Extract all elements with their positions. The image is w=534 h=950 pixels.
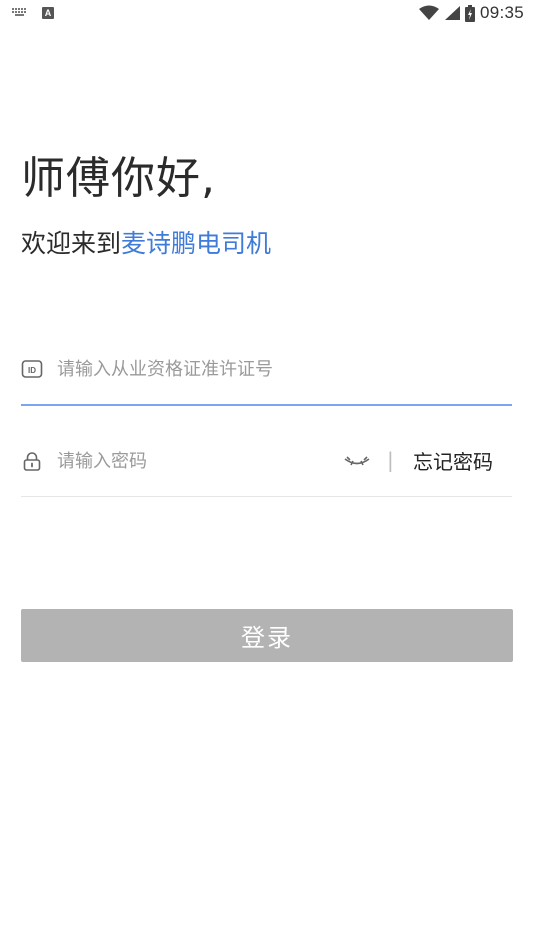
keyboard-icon <box>12 8 28 18</box>
field-divider: | <box>387 448 394 472</box>
license-number-input[interactable] <box>57 352 357 386</box>
wifi-icon <box>418 5 439 20</box>
svg-text:ID: ID <box>28 366 36 375</box>
id-field-row: ID <box>21 344 512 406</box>
lock-icon <box>23 452 41 471</box>
greeting-title: 师傅你好, <box>21 153 216 204</box>
battery-icon <box>464 4 475 22</box>
welcome-text: 欢迎来到麦诗鹏电司机 <box>21 224 271 260</box>
password-field-row: | 忘记密码 <box>21 436 512 497</box>
eye-closed-icon[interactable] <box>343 450 371 472</box>
status-time: 09:35 <box>479 3 524 22</box>
login-button[interactable]: 登录 <box>21 609 513 662</box>
brand-name: 麦诗鹏电司机 <box>121 229 272 258</box>
status-bar: A 09:35 <box>0 0 534 28</box>
forgot-password-link[interactable]: 忘记密码 <box>413 446 493 475</box>
password-input[interactable] <box>57 444 357 478</box>
id-card-icon: ID <box>21 360 43 378</box>
welcome-prefix: 欢迎来到 <box>21 229 122 258</box>
signal-icon <box>444 6 460 20</box>
a-app-icon: A <box>42 7 54 19</box>
